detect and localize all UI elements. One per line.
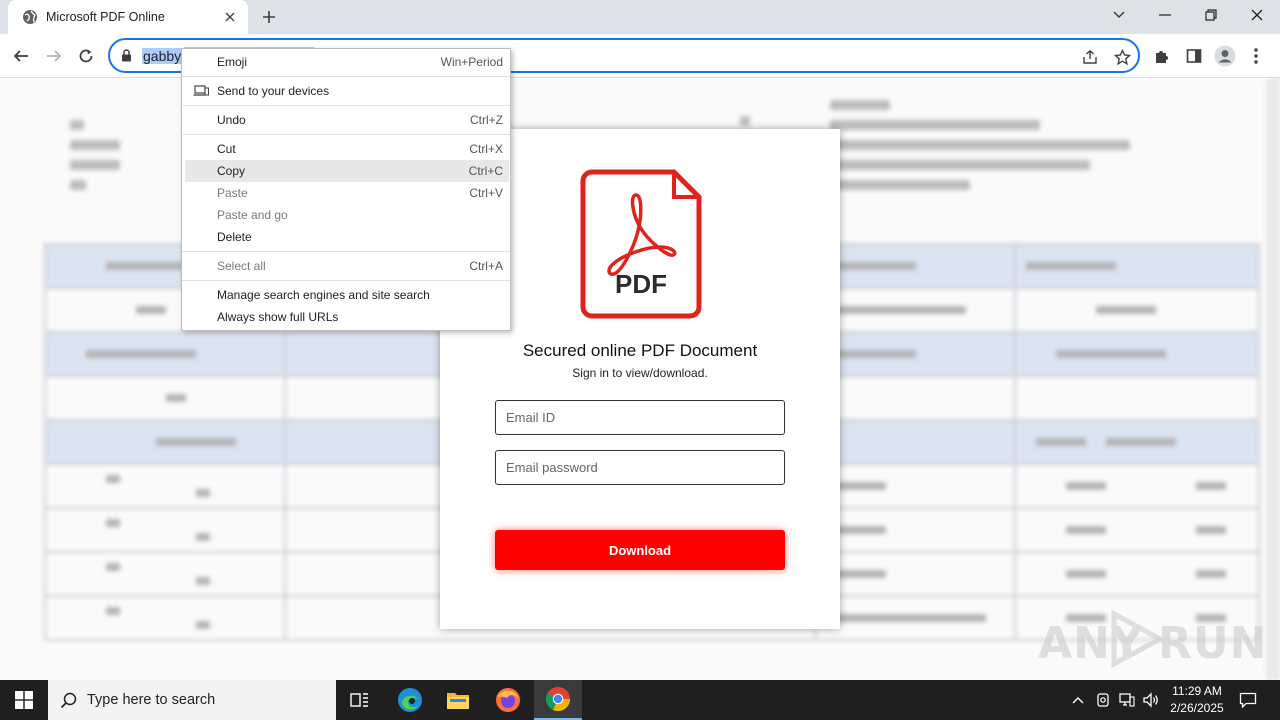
modal-subtitle: Sign in to view/download. [572,366,708,380]
taskbar-clock[interactable]: 11:29 AM 2/26/2025 [1162,683,1232,717]
globe-icon [23,10,37,24]
task-view-icon[interactable] [336,680,384,720]
notification-icon[interactable] [1236,680,1260,720]
chrome-taskbar-icon[interactable] [534,680,582,720]
menu-item-emoji[interactable]: Emoji Win+Period [185,51,509,73]
tab-close-icon[interactable] [222,9,238,25]
menu-item-select-all[interactable]: Select all Ctrl+A [185,255,509,277]
new-tab-icon[interactable] [258,7,280,27]
anyrun-watermark: ANY RUN [1038,608,1266,669]
tab-search-chevron-icon[interactable] [1096,0,1142,30]
menu-item-cut[interactable]: Cut Ctrl+X [185,138,509,160]
profile-avatar-icon[interactable] [1213,44,1237,68]
share-icon[interactable] [1080,47,1100,67]
close-window-icon[interactable] [1234,0,1280,30]
chrome-menu-kebab-icon[interactable] [1244,44,1268,68]
lock-icon[interactable] [121,49,132,62]
edge-browser-icon[interactable] [386,680,434,720]
taskbar-search-box[interactable]: Type here to search [48,680,336,720]
clock-date: 2/26/2025 [1170,701,1224,715]
menu-item-paste[interactable]: Paste Ctrl+V [185,182,509,204]
bookmark-star-icon[interactable] [1112,47,1132,67]
menu-item-undo[interactable]: Undo Ctrl+Z [185,109,509,131]
play-triangle-icon [1111,610,1164,668]
tray-device-icon[interactable] [1093,680,1113,720]
reload-icon[interactable] [74,44,98,68]
firefox-icon[interactable] [484,680,532,720]
windows-taskbar: Type here to search 11:29 AM 2/26/2025 [0,680,1280,720]
menu-item-always-show-full-urls[interactable]: Always show full URLs [185,306,509,328]
password-field[interactable] [495,450,785,485]
windows-start-icon[interactable] [0,680,48,720]
minimize-icon[interactable] [1142,0,1188,30]
menu-item-delete[interactable]: Delete [185,226,509,248]
svg-text:PDF: PDF [615,269,667,299]
search-placeholder: Type here to search [87,692,216,708]
tab-title: Microsoft PDF Online [46,10,165,24]
menu-item-send-to-devices[interactable]: Send to your devices [185,80,509,102]
side-panel-icon[interactable] [1182,44,1206,68]
menu-item-paste-and-go[interactable]: Paste and go [185,204,509,226]
back-arrow-icon[interactable] [9,44,33,68]
screen: Microsoft PDF Online gabby PDF Secured o… [0,0,1280,720]
url-text[interactable]: gabby [142,47,183,65]
volume-icon[interactable] [1140,680,1162,720]
tray-chevron-up-icon[interactable] [1068,680,1088,720]
tab-strip: Microsoft PDF Online [0,0,1280,34]
modal-title: Secured online PDF Document [522,341,758,360]
context-menu: Emoji Win+Period Send to your devices Und… [181,48,511,331]
search-icon [60,692,77,708]
extensions-puzzle-icon[interactable] [1150,44,1174,68]
url-selected-text: gabby [142,48,183,64]
forward-arrow-icon[interactable] [42,44,66,68]
network-icon[interactable] [1116,680,1138,720]
menu-item-copy[interactable]: Copy Ctrl+C [185,160,509,182]
pdf-document-logo-icon: PDF [580,169,702,319]
email-field[interactable] [495,400,785,435]
menu-item-manage-search-engines[interactable]: Manage search engines and site search [185,284,509,306]
browser-tab[interactable]: Microsoft PDF Online [8,0,248,34]
download-button[interactable]: Download [495,530,785,570]
file-explorer-icon[interactable] [434,680,482,720]
laptop-phone-icon [193,85,209,96]
restore-icon[interactable] [1188,0,1234,30]
clock-time: 11:29 AM [1172,684,1222,698]
